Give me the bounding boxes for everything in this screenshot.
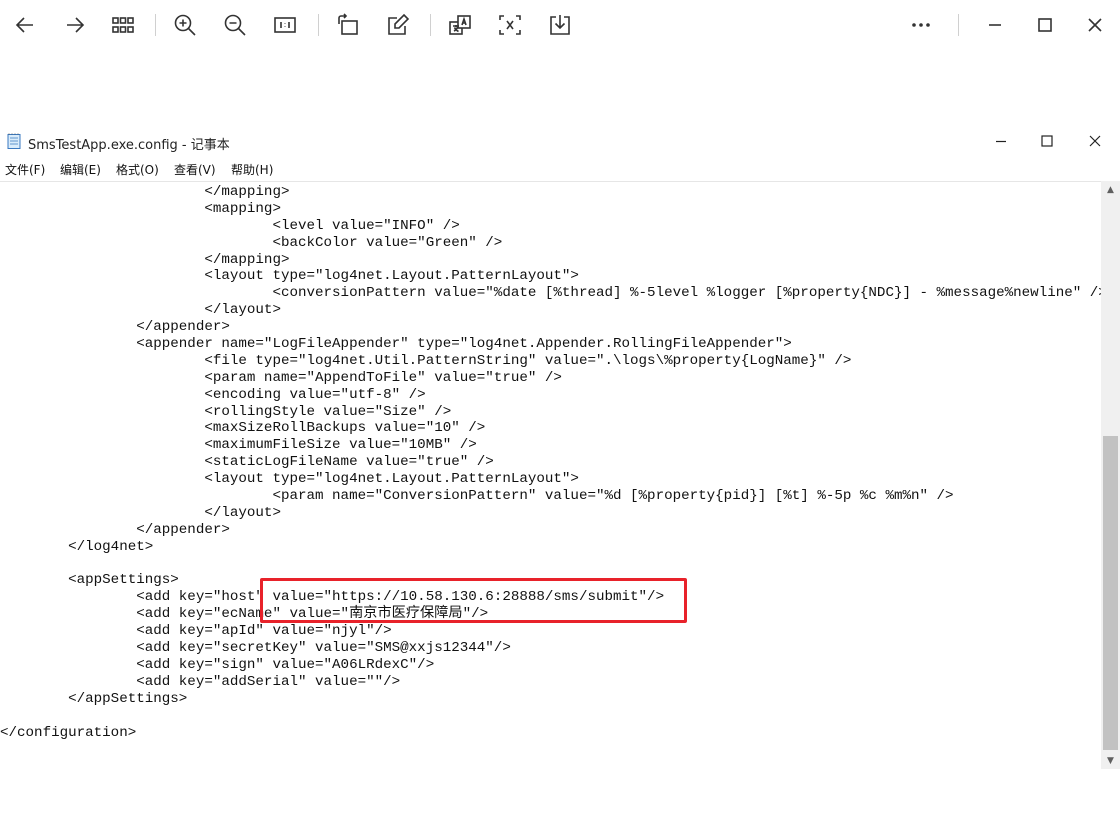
code-line: </appender> <box>0 319 230 336</box>
code-line: <param name="ConversionPattern" value="%… <box>0 488 954 505</box>
code-line: <layout type="log4net.Layout.PatternLayo… <box>0 268 579 285</box>
code-line: <add key="host" value="https://10.58.130… <box>0 589 665 606</box>
notepad-minimize-button[interactable] <box>978 126 1024 156</box>
code-line: <add key="addSerial" value=""/> <box>0 673 401 690</box>
vertical-scrollbar[interactable]: ▲ ▼ <box>1101 181 1120 769</box>
close-icon <box>1089 135 1101 147</box>
more-icon[interactable] <box>904 8 938 42</box>
maximize-icon[interactable] <box>1028 8 1062 42</box>
back-arrow-icon[interactable] <box>8 8 42 42</box>
download-icon[interactable] <box>543 8 577 42</box>
notepad-close-button[interactable] <box>1072 126 1118 156</box>
code-line: <add key="ecName" value="南京市医疗保障局"/> <box>0 606 489 623</box>
menu-view[interactable]: 查看(V) <box>174 161 216 178</box>
notepad-menubar: 文件(F) 编辑(E) 格式(O) 查看(V) 帮助(H) <box>0 158 1120 180</box>
edit-icon[interactable] <box>381 8 415 42</box>
window-title: SmsTestApp.exe.config - 记事本 <box>28 138 230 153</box>
minimize-icon[interactable] <box>978 8 1012 42</box>
close-icon[interactable] <box>1078 8 1112 42</box>
code-line: <mapping> <box>0 200 281 217</box>
code-line: </mapping> <box>0 251 290 268</box>
code-line: <rollingStyle value="Size" /> <box>0 403 452 420</box>
scroll-down-arrow-icon[interactable]: ▼ <box>1101 752 1120 769</box>
actual-size-icon[interactable] <box>268 8 302 42</box>
scroll-up-arrow-icon[interactable]: ▲ <box>1101 181 1120 198</box>
maximize-icon <box>1041 135 1053 147</box>
code-line: <maxSizeRollBackups value="10" /> <box>0 420 486 437</box>
toolbar-separator <box>958 14 959 36</box>
minimize-icon <box>996 140 1006 143</box>
code-line: <file type="log4net.Util.PatternString" … <box>0 352 852 369</box>
code-line: <appSettings> <box>0 572 179 589</box>
code-line: <backColor value="Green" /> <box>0 234 503 251</box>
code-line: </layout> <box>0 504 281 521</box>
scrollbar-thumb[interactable] <box>1103 436 1118 750</box>
text-extract-icon[interactable] <box>493 8 527 42</box>
code-line: <add key="sign" value="A06LRdexC"/> <box>0 656 435 673</box>
zoom-in-icon[interactable] <box>168 8 202 42</box>
toolbar-separator <box>430 14 431 36</box>
forward-arrow-icon[interactable] <box>58 8 92 42</box>
code-line: <layout type="log4net.Layout.PatternLayo… <box>0 471 579 488</box>
code-line: </appSettings> <box>0 690 188 707</box>
code-line: <add key="apId" value="njyl"/> <box>0 623 392 640</box>
code-line: <param name="AppendToFile" value="true" … <box>0 369 562 386</box>
code-line: </mapping> <box>0 184 290 200</box>
rotate-icon[interactable] <box>331 8 365 42</box>
text-editor[interactable]: </mapping> <mapping> <level value="INFO"… <box>0 181 1101 770</box>
menu-format[interactable]: 格式(O) <box>116 161 159 178</box>
translate-icon[interactable] <box>443 8 477 42</box>
notepad-maximize-button[interactable] <box>1024 126 1070 156</box>
code-line: <maximumFileSize value="10MB" /> <box>0 437 477 454</box>
code-line: <encoding value="utf-8" /> <box>0 386 426 403</box>
menu-edit[interactable]: 编辑(E) <box>60 161 101 178</box>
editor-content: </mapping> <mapping> <level value="INFO"… <box>0 184 1101 741</box>
toolbar-separator <box>318 14 319 36</box>
notepad-app-icon <box>7 133 21 149</box>
code-line: </layout> <box>0 302 281 319</box>
code-line: <appender name="LogFileAppender" type="l… <box>0 336 792 353</box>
menu-help[interactable]: 帮助(H) <box>231 161 273 178</box>
code-line: <staticLogFileName value="true" /> <box>0 454 494 471</box>
toolbar-separator <box>155 14 156 36</box>
menu-file[interactable]: 文件(F) <box>5 161 45 178</box>
code-line: <level value="INFO" /> <box>0 217 460 234</box>
code-line: </log4net> <box>0 538 154 555</box>
code-line: </appender> <box>0 521 230 538</box>
grid-view-icon[interactable] <box>106 8 140 42</box>
zoom-out-icon[interactable] <box>218 8 252 42</box>
code-line: <conversionPattern value="%date [%thread… <box>0 285 1101 302</box>
viewer-toolbar <box>0 0 1120 52</box>
code-line: <add key="secretKey" value="SMS@xxjs1234… <box>0 640 511 657</box>
notepad-titlebar[interactable]: SmsTestApp.exe.config - 记事本 <box>0 126 1120 156</box>
code-line: </configuration> <box>0 724 137 741</box>
